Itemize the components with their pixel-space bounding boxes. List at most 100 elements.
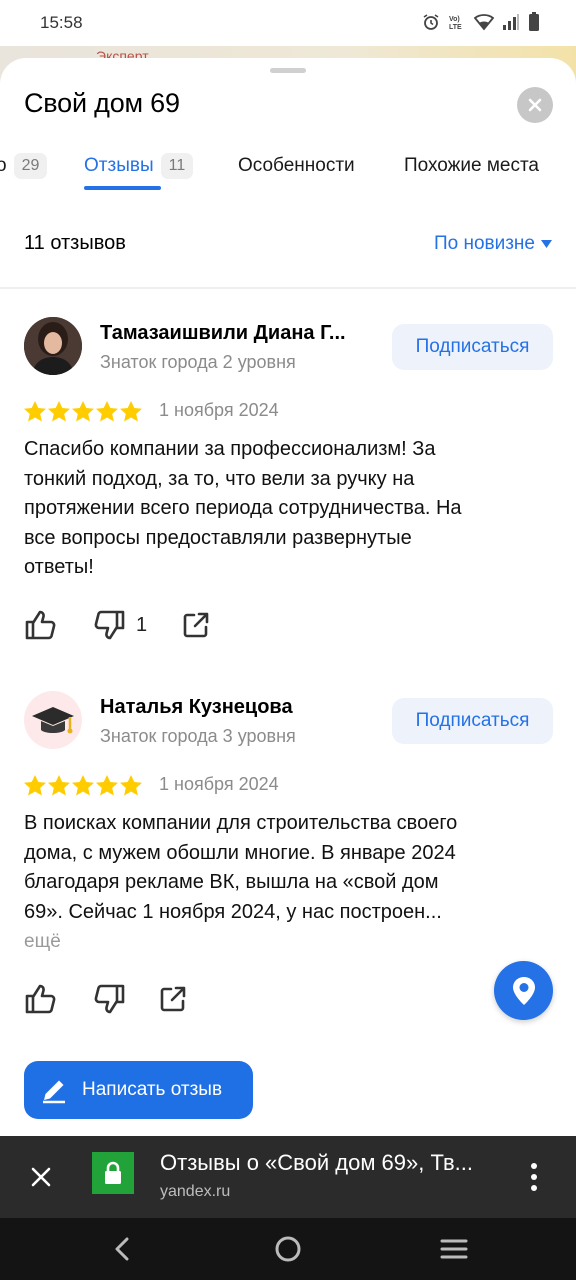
avatar-photo (24, 317, 82, 375)
home-icon[interactable] (274, 1235, 302, 1263)
subscribe-button[interactable]: Подписаться (392, 698, 553, 744)
share-button[interactable] (158, 984, 188, 1014)
close-icon (31, 1167, 51, 1187)
review-text-line: тонкий подход, за то, что вели за ручку … (24, 467, 415, 490)
signal-icon (503, 14, 519, 30)
thumbs-up-icon (25, 984, 56, 1014)
browser-close-button[interactable] (28, 1164, 54, 1195)
sort-button[interactable]: По новизне (434, 233, 552, 255)
more-vertical-icon (531, 1163, 537, 1191)
battery-icon (529, 12, 539, 31)
review-author[interactable]: Тамазаишвили Диана Г... (100, 322, 346, 345)
pencil-icon (43, 1080, 65, 1104)
wifi-icon (474, 14, 494, 31)
dislike-button[interactable] (92, 983, 126, 1015)
dislike-count: 1 (136, 613, 148, 636)
subscribe-button[interactable]: Подписаться (392, 324, 553, 370)
avatar[interactable] (24, 691, 82, 749)
star-icon (72, 775, 94, 796)
tab-features[interactable]: Особенности (238, 146, 355, 186)
place-title: Свой дом 69 (24, 88, 180, 118)
svg-text:Vo): Vo) (449, 16, 460, 23)
back-icon[interactable] (112, 1237, 132, 1261)
star-icon (72, 401, 94, 422)
tab-photos[interactable]: о 29 (0, 146, 48, 186)
dislike-button[interactable]: 1 (92, 609, 147, 641)
location-fab-button[interactable] (494, 961, 553, 1020)
star-icon (48, 775, 70, 796)
tab-count: 11 (160, 153, 194, 179)
review-author[interactable]: Наталья Кузнецова (100, 696, 293, 719)
star-icon (48, 401, 70, 422)
alarm-icon (423, 14, 439, 30)
browser-url[interactable]: yandex.ru (160, 1183, 230, 1201)
share-icon (183, 612, 209, 638)
author-level: Знаток города 2 уровня (100, 352, 296, 372)
tab-similar-places[interactable]: Похожие места (404, 146, 539, 186)
write-review-button[interactable]: Написать отзыв (24, 1061, 253, 1119)
status-icons: Vo) LTE (422, 12, 540, 32)
browser-page-title[interactable]: Отзывы о «Свой дом 69», Тв... (160, 1150, 510, 1176)
graduation-cap-icon (32, 707, 74, 734)
star-icon (24, 401, 46, 422)
review-text-line: 69». Сейчас 1 ноября 2024, у нас построе… (24, 900, 442, 923)
review-text-line: ответы! (24, 556, 94, 578)
status-bar: 15:58 Vo) LTE (0, 0, 576, 46)
system-navigation-bar (0, 1218, 576, 1280)
tab-label: о (0, 155, 7, 176)
read-more-link[interactable]: ещё (24, 931, 61, 953)
rating-stars (24, 401, 142, 422)
secure-connection-badge[interactable] (92, 1152, 134, 1194)
active-tab-indicator (84, 186, 161, 190)
thumbs-up-icon (25, 610, 56, 640)
star-icon (120, 775, 142, 796)
review-actions: 1 (24, 609, 211, 641)
thumbs-down-icon (94, 984, 125, 1014)
place-sheet: Свой дом 69 о 29 Отзывы 11 Особенности П… (0, 58, 576, 1136)
triangle-down-icon (541, 240, 552, 248)
like-button[interactable] (24, 983, 58, 1015)
tab-label: Похожие места (404, 155, 540, 176)
status-time: 15:58 (40, 13, 83, 32)
map-pin-icon (512, 976, 535, 1005)
reviews-count: 11 отзывов (24, 232, 126, 254)
author-level: Знаток города 3 уровня (100, 726, 296, 746)
svg-text:LTE: LTE (449, 24, 462, 31)
browser-menu-button[interactable] (528, 1162, 540, 1197)
browser-bottom-bar: Отзывы о «Свой дом 69», Тв... yandex.ru (0, 1136, 576, 1218)
divider (0, 287, 576, 289)
star-icon (96, 401, 118, 422)
close-icon (528, 98, 542, 112)
write-review-label: Написать отзыв (82, 1079, 223, 1100)
review-text-line: все вопросы предоставляли развернутые (24, 526, 412, 549)
review-text: В поисках компании для строительства сво… (24, 809, 554, 927)
review-actions (24, 983, 188, 1015)
review-text-line: дома, с мужем обошли многие. В январе 20… (24, 841, 456, 864)
lock-icon (105, 1161, 121, 1184)
share-button[interactable] (181, 610, 211, 640)
close-button[interactable] (517, 87, 553, 123)
volte-icon: Vo)LTE (449, 16, 462, 31)
share-icon (160, 986, 186, 1012)
rating-stars (24, 775, 142, 796)
star-icon (24, 775, 46, 796)
thumbs-down-icon (94, 610, 125, 640)
review-text-line: В поисках компании для строительства сво… (24, 812, 458, 834)
like-button[interactable] (24, 609, 58, 641)
star-icon (96, 775, 118, 796)
review-text-line: протяжении всего периода сотрудничества.… (24, 497, 462, 519)
review-date: 1 ноября 2024 (159, 774, 279, 794)
tab-count: 29 (13, 153, 48, 179)
sort-label: По новизне (433, 233, 535, 254)
star-icon (120, 401, 142, 422)
tab-label: Особенности (238, 155, 355, 176)
review-text-line: Спасибо компании за профессионализм! За (24, 438, 436, 460)
tab-reviews[interactable]: Отзывы 11 (84, 146, 194, 186)
review-text: Спасибо компании за профессионализм! За … (24, 435, 554, 583)
avatar[interactable] (24, 317, 82, 375)
review-text-line: благодаря рекламе ВК, вышла на «свой дом (24, 871, 439, 893)
sheet-grabber[interactable] (270, 68, 306, 73)
tab-label: Отзывы (84, 155, 154, 176)
recent-apps-icon[interactable] (440, 1238, 468, 1260)
review-date: 1 ноября 2024 (159, 400, 279, 420)
